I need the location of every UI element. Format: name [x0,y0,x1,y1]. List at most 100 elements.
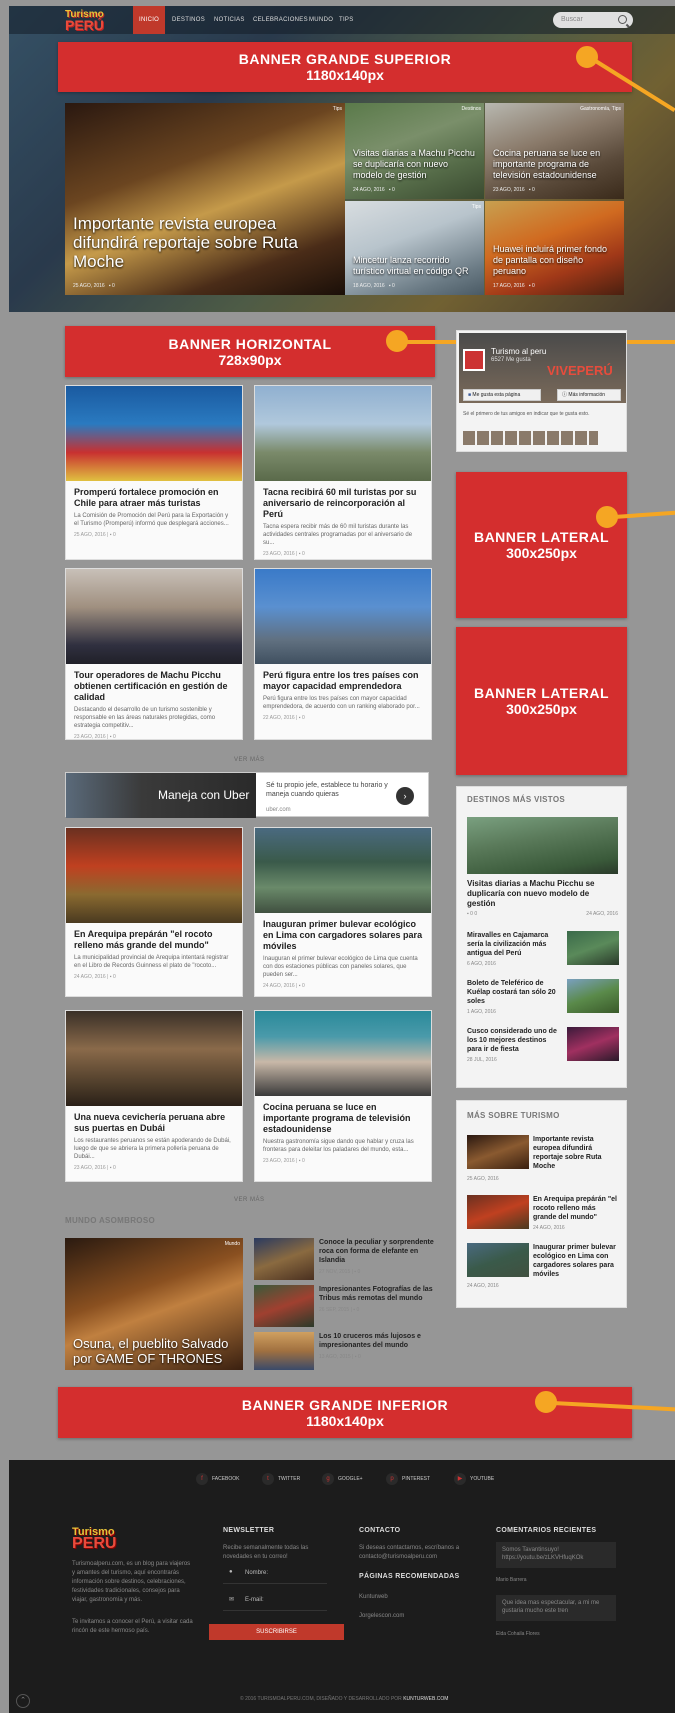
featured-title[interactable]: Cocina peruana se luce en importante pro… [493,148,618,181]
destinos-main-image[interactable] [467,817,618,874]
fb-friend-avatars [463,431,598,445]
nav-celebraciones[interactable]: CELEBRACIONES [253,6,308,34]
banner-horizontal[interactable]: BANNER HORIZONTAL 728x90px [65,326,435,377]
fb-info-button[interactable]: ⓘ Más información [557,389,621,401]
paginas-heading: PÁGINAS RECOMENDADAS [359,1573,460,1580]
mas-turismo-item[interactable]: Importante revista europea difundirá rep… [533,1135,619,1171]
destinos-main-title[interactable]: Visitas diarias a Machu Picchu se duplic… [467,879,617,909]
ad-uber[interactable]: Maneja con Uber Sé tu propio jefe, estab… [65,772,429,818]
paginas-link[interactable]: Jorgelescon.com [359,1612,404,1621]
featured-title[interactable]: Visitas diarias a Machu Picchu se duplic… [353,148,478,181]
post-card[interactable]: Una nueva cevichería peruana abre sus pu… [65,1010,243,1182]
social-pinterest[interactable]: p PINTEREST [386,1473,430,1485]
mas-turismo-date: 24 AGO, 2016 [467,1283,499,1289]
mas-turismo-thumb[interactable] [467,1195,529,1229]
subscribe-button[interactable]: SUSCRIBIRSE [209,1624,344,1640]
post-image[interactable] [255,386,431,481]
mas-turismo-thumb[interactable] [467,1243,529,1277]
contacto-text[interactable]: Si deseas contactarnos, escríbanos a con… [359,1544,469,1562]
chevron-right-icon[interactable]: › [396,787,414,805]
post-image[interactable] [66,386,242,481]
mas-turismo-thumb[interactable] [467,1135,529,1169]
post-image[interactable] [255,1011,431,1096]
search-icon[interactable] [618,15,627,24]
mundo-thumb[interactable] [254,1332,314,1370]
destinos-item[interactable]: Boleto de Teleférico de Kuélap costará t… [467,979,562,1017]
comment-author[interactable]: Elda Cohaila Flores [496,1630,540,1639]
featured-meta: 25 AGO, 2016 ▪ 0 [73,283,115,289]
featured-tile-1[interactable]: Destinos Visitas diarias a Machu Picchu … [345,103,484,199]
banner-lateral-2[interactable]: BANNER LATERAL 300x250px [456,627,627,775]
social-googleplus[interactable]: g GOOGLE+ [322,1473,363,1485]
ver-mas-link[interactable]: VER MÁS [234,1197,265,1203]
post-card[interactable]: Inauguran primer bulevar ecológico en Li… [254,827,432,997]
social-facebook[interactable]: f FACEBOOK [196,1473,240,1485]
post-image[interactable] [66,828,242,923]
chevron-up-icon[interactable]: ⌃ [16,1694,30,1708]
fb-like-button[interactable]: ■ Me gusta esta página [463,389,541,401]
mundo-item[interactable]: Conoce la peculiar y sorprendente roca c… [319,1238,435,1277]
fb-page-name[interactable]: Turismo al peru [491,347,546,356]
post-card[interactable]: Tour operadores de Machu Picchu obtienen… [65,568,243,740]
banner-bottom-size: 1180x140px [306,1412,384,1429]
post-card[interactable]: Tacna recibirá 60 mil turistas por su an… [254,385,432,560]
post-excerpt: Nuestra gastronomía sigue dando que habl… [263,1139,414,1153]
destinos-thumb[interactable] [567,979,619,1013]
social-twitter[interactable]: t TWITTER [262,1473,300,1485]
post-card[interactable]: Perú figura entre los tres países con ma… [254,568,432,740]
featured-tile-4[interactable]: Huawei incluirá primer fondo de pantalla… [485,201,624,295]
ver-mas-link[interactable]: VER MÁS [234,757,265,763]
mundo-main-title[interactable]: Osuna, el pueblito Salvado por GAME OF T… [73,1336,237,1366]
nav-inicio[interactable]: INICIO [133,6,166,34]
nav-tips[interactable]: TIPS [339,6,354,34]
post-title[interactable]: Cocina peruana se luce en importante pro… [255,1096,431,1138]
site-logo[interactable]: Turismo PERÚ [65,9,104,32]
post-title[interactable]: Perú figura entre los tres países con ma… [255,664,431,695]
post-image[interactable] [66,1011,242,1106]
comment-author[interactable]: Mario Barrera [496,1576,527,1585]
featured-tile-3[interactable]: Tips Mincetur lanza recorrido turístico … [345,201,484,295]
mundo-thumb[interactable] [254,1238,314,1280]
nav-noticias[interactable]: NOTICIAS [214,6,245,34]
destinos-item[interactable]: Cusco considerado uno de los 10 mejores … [467,1027,562,1065]
post-title[interactable]: Tour operadores de Machu Picchu obtienen… [66,664,242,706]
post-image[interactable] [255,569,431,664]
kunturweb-link[interactable]: KUNTURWEB.COM [403,1696,448,1702]
search-input[interactable]: Buscar [553,12,633,28]
post-title[interactable]: Una nueva cevichería peruana abre sus pu… [66,1106,242,1137]
banner-top[interactable]: BANNER GRANDE SUPERIOR 1180x140px [58,42,632,92]
destinos-thumb[interactable] [567,1027,619,1061]
featured-title[interactable]: Importante revista europea difundirá rep… [73,214,339,271]
featured-tile-2[interactable]: Gastronomía, Tips Cocina peruana se luce… [485,103,624,199]
post-title[interactable]: En Arequipa prepárán "el rocoto relleno … [66,923,242,954]
mundo-main[interactable]: Mundo Osuna, el pueblito Salvado por GAM… [65,1238,243,1370]
mundo-thumb[interactable] [254,1285,314,1327]
post-image[interactable] [66,569,242,664]
featured-title[interactable]: Huawei incluirá primer fondo de pantalla… [493,244,618,277]
nav-destinos[interactable]: DESTINOS [172,6,205,34]
mas-turismo-item[interactable]: En Arequipa prepárán "el rocoto relleno … [533,1195,619,1233]
post-card[interactable]: Promperú fortalece promoción en Chile pa… [65,385,243,560]
nav-mundo[interactable]: MUNDO [309,6,333,34]
banner-lateral-1[interactable]: BANNER LATERAL 300x250px [456,472,627,618]
post-card[interactable]: En Arequipa prepárán "el rocoto relleno … [65,827,243,997]
destinos-thumb[interactable] [567,931,619,965]
mas-turismo-item[interactable]: Inaugurar primer bulevar ecológico en Li… [533,1243,619,1279]
footer-logo[interactable]: Turismo PERÚ [72,1526,116,1552]
mundo-item[interactable]: Impresionantes Fotografías de las Tribus… [319,1285,435,1315]
mundo-item[interactable]: Los 10 cruceros más lujosos e impresiona… [319,1332,435,1362]
post-title[interactable]: Inauguran primer bulevar ecológico en Li… [255,913,431,955]
post-image[interactable] [255,828,431,913]
copyright: © 2016 TURISMOALPERU.COM, DISEÑADO Y DES… [240,1696,449,1702]
newsletter-email-field[interactable]: ✉ E-mail: [223,1591,327,1611]
newsletter-name-field[interactable]: ● Nombre: [223,1564,327,1584]
social-youtube[interactable]: ▶ YOUTUBE [454,1473,494,1485]
post-title[interactable]: Tacna recibirá 60 mil turistas por su an… [255,481,431,523]
destinos-item[interactable]: Miravalles en Cajamarca sería la civiliz… [467,931,562,969]
post-card[interactable]: Cocina peruana se luce en importante pro… [254,1010,432,1182]
banner-top-title: BANNER GRANDE SUPERIOR [238,51,452,67]
featured-main[interactable]: Tips Importante revista europea difundir… [65,103,345,295]
paginas-link[interactable]: Kunturweb [359,1593,388,1602]
featured-title[interactable]: Mincetur lanza recorrido turístico virtu… [353,255,478,277]
post-title[interactable]: Promperú fortalece promoción en Chile pa… [66,481,242,512]
